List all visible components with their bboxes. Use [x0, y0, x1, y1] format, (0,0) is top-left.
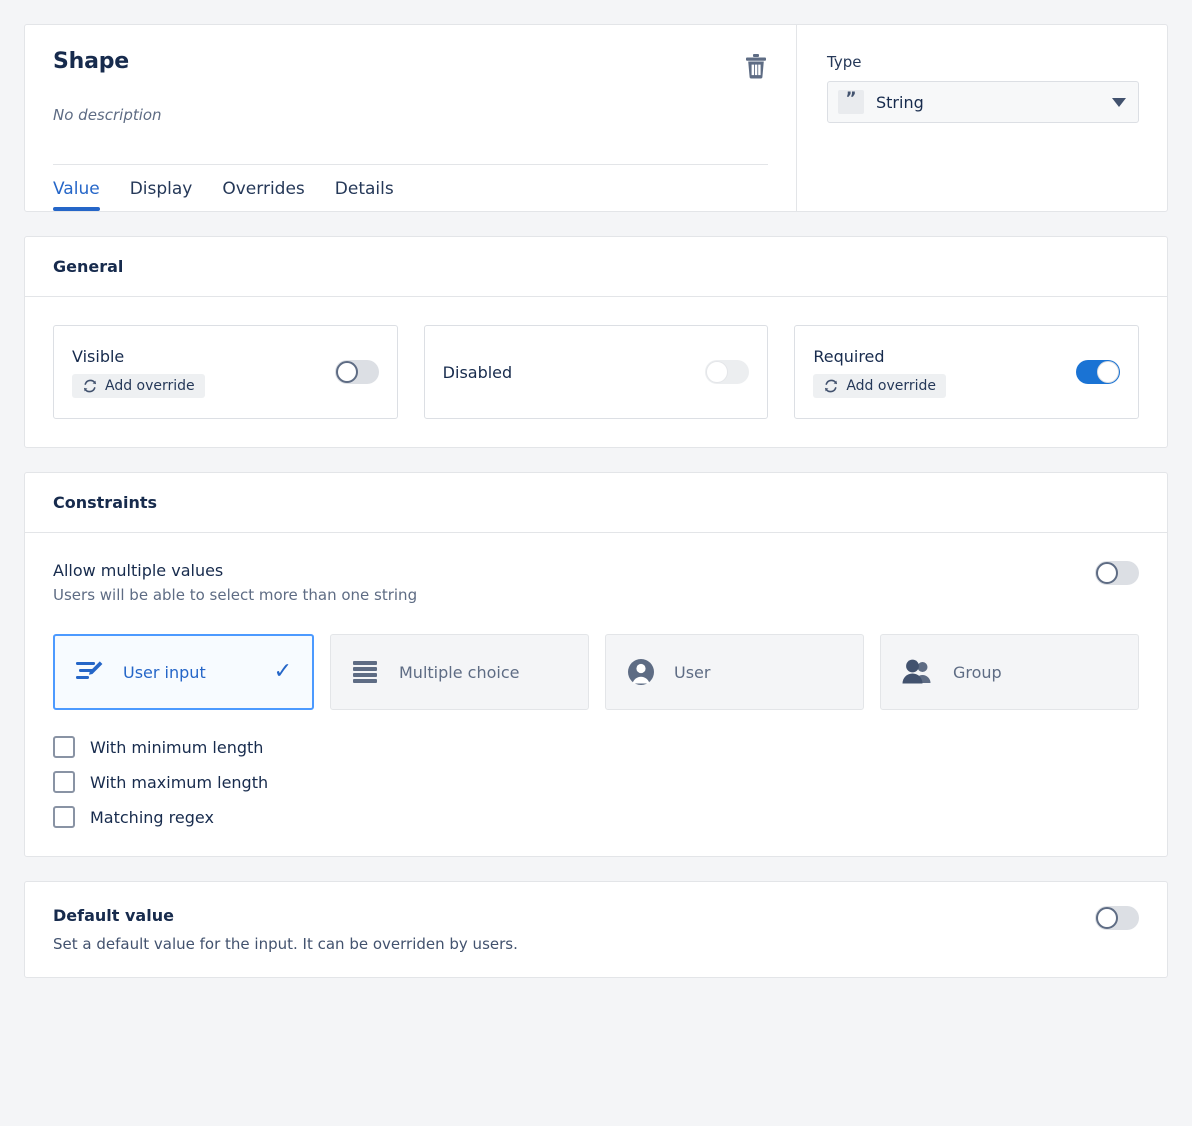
- disabled-label: Disabled: [442, 362, 513, 382]
- page-title: Shape: [53, 49, 130, 74]
- general-item-required[interactable]: Required Add override: [794, 325, 1140, 419]
- constraints-card: Constraints Allow multiple values Users …: [24, 472, 1168, 857]
- tile-user-input[interactable]: User input ✓: [53, 634, 314, 710]
- checkbox-row-min-length[interactable]: With minimum length: [53, 736, 1139, 758]
- constraint-checkbox-list: With minimum length With maximum length …: [53, 736, 1139, 828]
- toggle-knob: [706, 361, 729, 383]
- disabled-toggle[interactable]: [705, 360, 750, 384]
- sync-icon: [823, 378, 839, 394]
- edit-lines-icon: [75, 658, 105, 686]
- checkbox-row-max-length[interactable]: With maximum length: [53, 771, 1139, 793]
- required-add-override-button[interactable]: Add override: [813, 373, 947, 398]
- checkbox-max-length[interactable]: [53, 771, 75, 793]
- general-toggle-row: Visible Add override Disabled Required A…: [53, 325, 1140, 419]
- quote-icon: ”: [838, 90, 864, 114]
- default-value-card: Default value Set a default value for th…: [24, 881, 1168, 978]
- general-item-visible[interactable]: Visible Add override: [53, 325, 398, 419]
- default-value-text: Default value Set a default value for th…: [53, 906, 518, 953]
- toggle-knob: [1097, 361, 1120, 383]
- type-selected-value: String: [876, 92, 924, 112]
- allow-multiple-subtitle: Users will be able to select more than o…: [53, 586, 418, 604]
- disabled-left: Disabled: [443, 363, 513, 382]
- tile-user-input-label: User input: [123, 662, 206, 682]
- shape-header-card: Shape No description Value Display Overr…: [24, 24, 1168, 212]
- tabs-container: Value Display Overrides Details: [53, 164, 768, 211]
- list-lines-icon: [351, 659, 381, 685]
- tab-display[interactable]: Display: [130, 179, 193, 211]
- visible-label: Visible: [72, 346, 125, 366]
- visible-add-override-button[interactable]: Add override: [72, 373, 205, 398]
- input-type-tiles: User input ✓ Multiple choice User Group: [53, 634, 1139, 710]
- toggle-knob: [335, 361, 358, 383]
- checkbox-max-length-label: With maximum length: [90, 772, 269, 792]
- tile-user-label: User: [674, 662, 711, 682]
- allow-multiple-title: Allow multiple values: [53, 561, 224, 580]
- type-select[interactable]: ” String: [827, 81, 1139, 123]
- toggle-knob: [1096, 562, 1118, 584]
- header-left-pane: Shape No description Value Display Overr…: [25, 25, 796, 211]
- tile-multiple-choice-label: Multiple choice: [399, 662, 520, 682]
- required-left: Required Add override: [813, 346, 947, 398]
- tab-overrides[interactable]: Overrides: [222, 179, 304, 211]
- checkbox-matching-regex-label: Matching regex: [90, 807, 214, 827]
- checkbox-row-matching-regex[interactable]: Matching regex: [53, 806, 1139, 828]
- sync-icon: [82, 378, 98, 394]
- default-value-subtitle: Set a default value for the input. It ca…: [53, 935, 518, 953]
- visible-override-label: Add override: [105, 377, 195, 394]
- allow-multiple-values-row: Allow multiple values Users will be able…: [53, 561, 1139, 604]
- tile-user[interactable]: User: [605, 634, 864, 710]
- title-row: Shape: [53, 51, 768, 79]
- general-body: Visible Add override Disabled Required A…: [25, 297, 1167, 447]
- toggle-knob: [1096, 907, 1118, 929]
- constraints-body: Allow multiple values Users will be able…: [25, 533, 1167, 856]
- check-icon: ✓: [273, 659, 292, 684]
- chevron-down-icon: [1112, 97, 1126, 107]
- visible-toggle[interactable]: [334, 360, 379, 384]
- tile-group-label: Group: [953, 662, 1002, 682]
- checkbox-min-length[interactable]: [53, 736, 75, 758]
- tab-details[interactable]: Details: [335, 179, 394, 211]
- type-pane: Type ” String: [796, 25, 1167, 211]
- tile-group[interactable]: Group: [880, 634, 1139, 710]
- required-label: Required: [813, 346, 885, 366]
- default-value-toggle[interactable]: [1095, 906, 1139, 930]
- visible-left: Visible Add override: [72, 347, 205, 398]
- general-heading: General: [25, 237, 1167, 297]
- tile-multiple-choice[interactable]: Multiple choice: [330, 634, 589, 710]
- shape-description: No description: [53, 106, 162, 124]
- type-label: Type: [827, 53, 862, 71]
- allow-multiple-text: Allow multiple values Users will be able…: [53, 561, 417, 604]
- checkbox-matching-regex[interactable]: [53, 806, 75, 828]
- trash-icon: [744, 53, 768, 79]
- general-item-disabled[interactable]: Disabled: [423, 325, 769, 419]
- required-toggle[interactable]: [1076, 360, 1121, 384]
- required-override-label: Add override: [846, 377, 937, 394]
- checkbox-min-length-label: With minimum length: [90, 737, 264, 757]
- group-icon: [901, 658, 935, 686]
- settings-page: Shape No description Value Display Overr…: [0, 0, 1192, 1126]
- user-icon: [626, 657, 656, 687]
- tab-value[interactable]: Value: [53, 179, 100, 211]
- tab-list: Value Display Overrides Details: [53, 165, 768, 211]
- constraints-heading: Constraints: [25, 473, 1167, 533]
- general-card: General Visible Add override Disabled Re…: [24, 236, 1168, 448]
- default-value-title: Default value: [53, 906, 174, 925]
- delete-button[interactable]: [744, 53, 768, 79]
- allow-multiple-toggle[interactable]: [1095, 561, 1139, 585]
